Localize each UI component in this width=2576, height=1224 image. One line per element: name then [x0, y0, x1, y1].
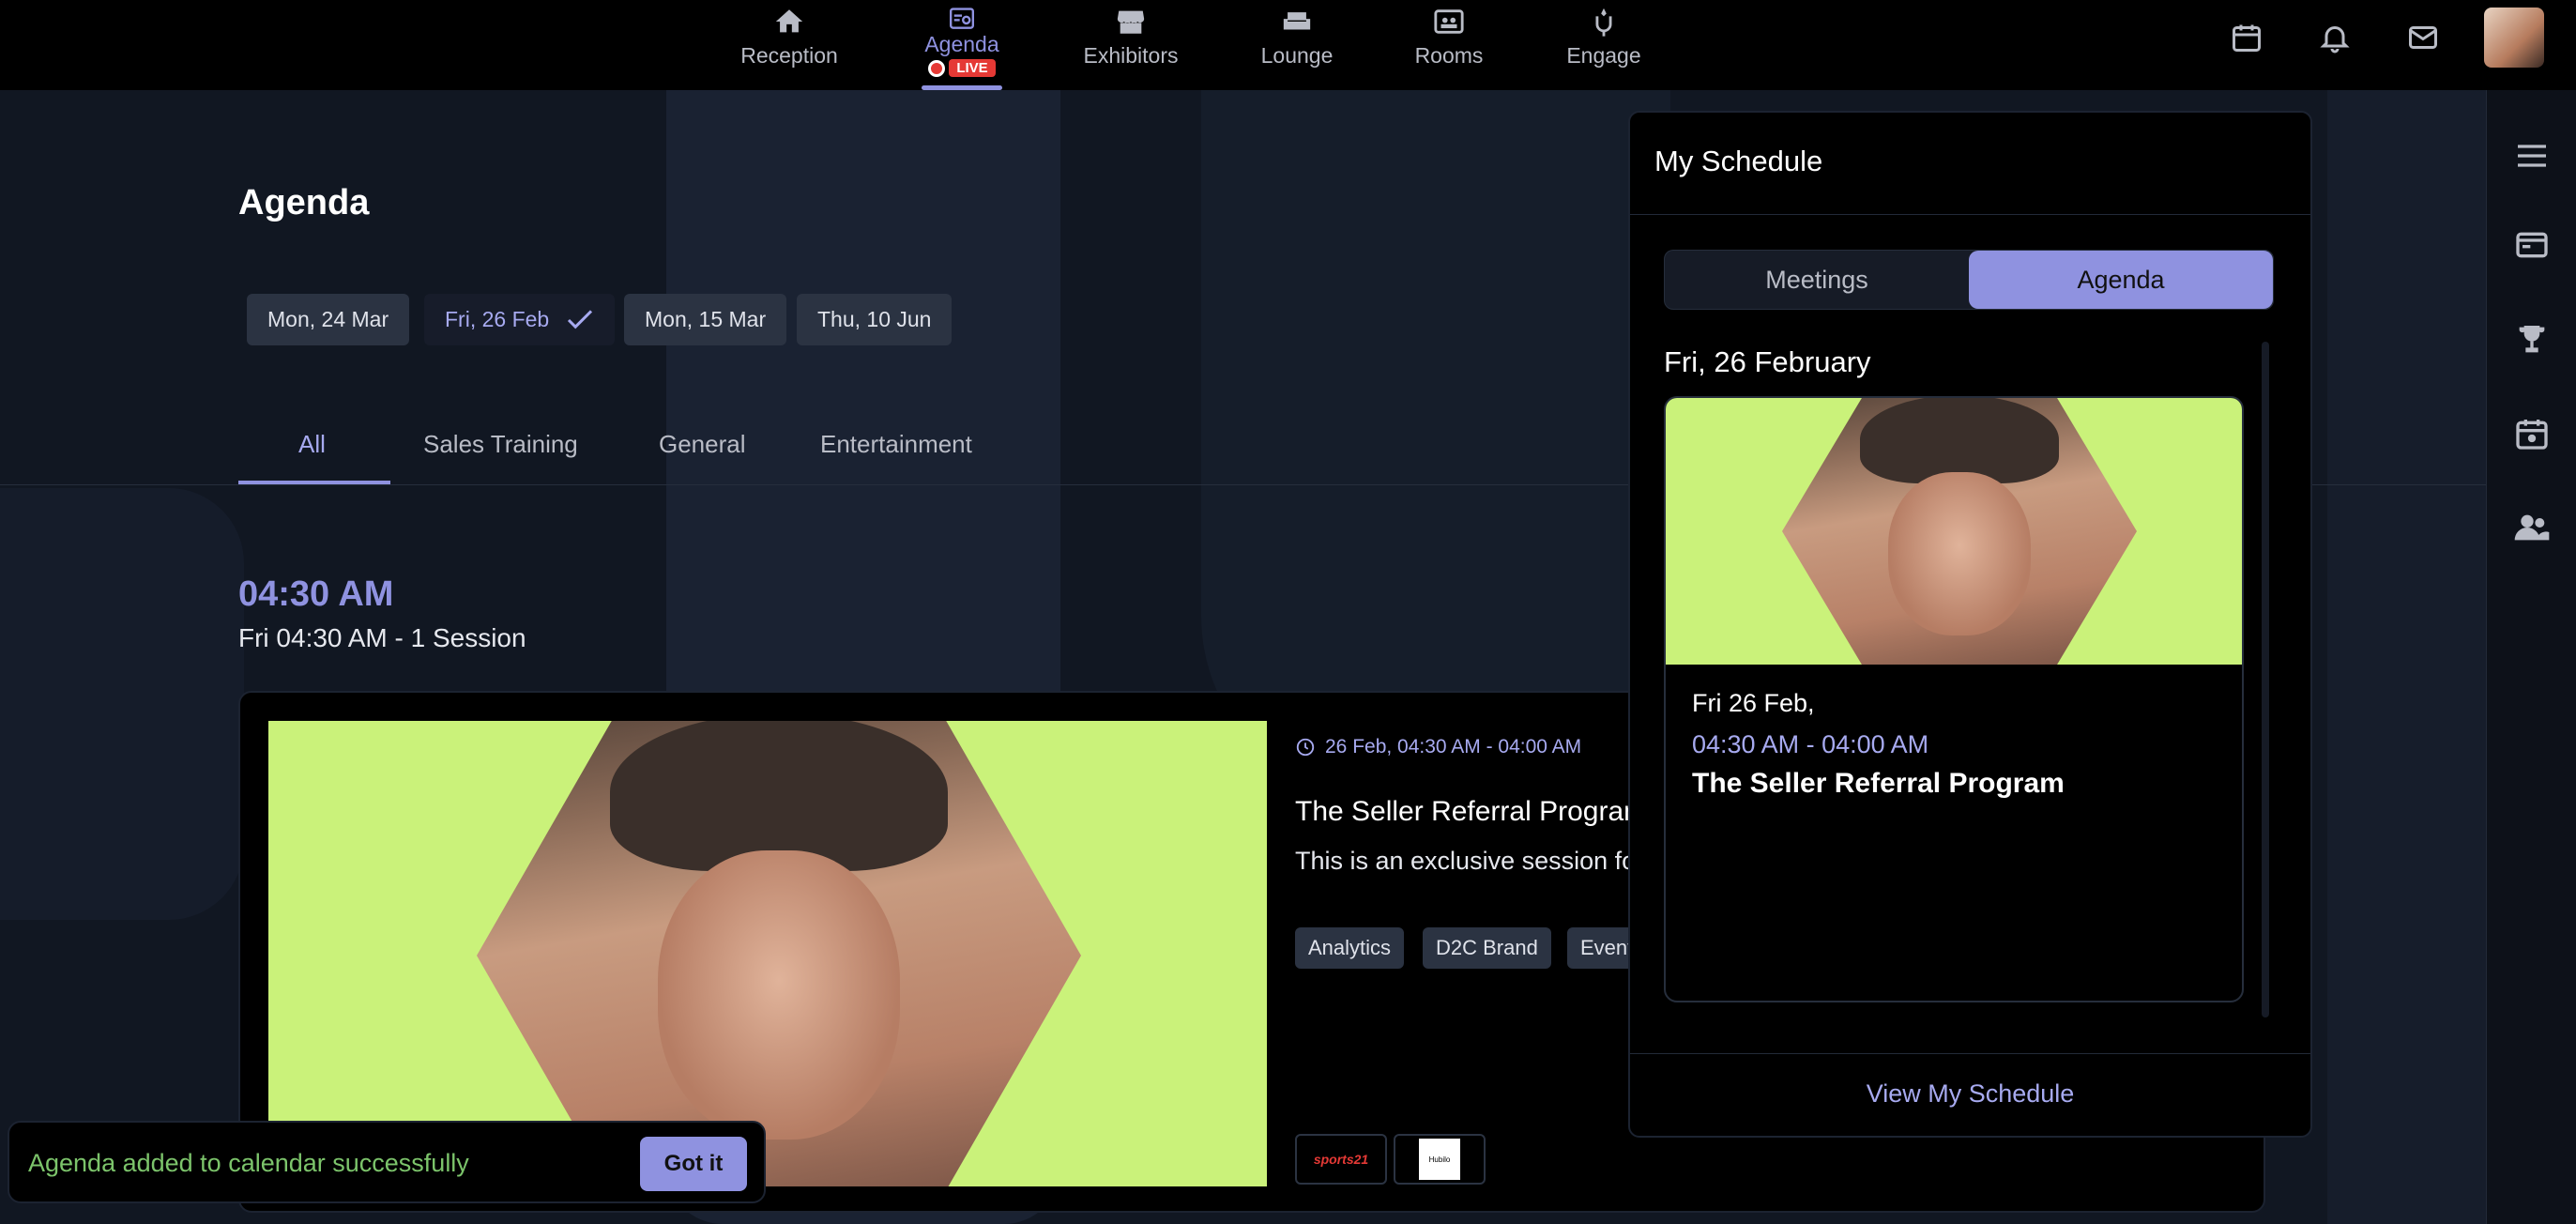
home-icon: [775, 9, 803, 33]
clock-icon: [1296, 738, 1315, 757]
nav-item-reception[interactable]: Reception: [738, 0, 841, 90]
card-icon[interactable]: [2513, 226, 2551, 264]
calendar-icon[interactable]: [2230, 21, 2264, 54]
trophy-icon[interactable]: [2513, 321, 2551, 359]
tab-general[interactable]: General: [659, 430, 746, 459]
top-navigation-bar: Reception Agenda LIVE Exhibitors Lounge …: [0, 0, 2576, 90]
time-slot-subtitle: Fri 04:30 AM - 1 Session: [238, 623, 526, 652]
session-tag: D2C Brand: [1423, 927, 1551, 969]
nav-label: Reception: [740, 43, 838, 68]
right-side-rail: [2486, 90, 2576, 1224]
schedule-card-title: The Seller Referral Program: [1692, 768, 2065, 799]
schedule-session-image: [1666, 398, 2242, 665]
session-speaker-image: [268, 721, 1267, 1186]
schedule-calendar-icon[interactable]: [2513, 415, 2551, 452]
notification-bell-icon[interactable]: [2318, 21, 2352, 54]
date-chip[interactable]: Mon, 15 Mar: [624, 294, 787, 345]
time-slot-heading: 04:30 AM: [238, 574, 394, 614]
tab-sales-training[interactable]: Sales Training: [423, 430, 578, 459]
active-nav-indicator: [922, 85, 1002, 90]
schedule-card-date: Fri 26 Feb,: [1692, 689, 1815, 717]
session-tag: Analytics: [1295, 927, 1405, 969]
store-icon: [1117, 10, 1145, 34]
rooms-icon: [1434, 9, 1464, 34]
nav-label: Rooms: [1414, 43, 1484, 68]
panel-divider: [1630, 1053, 2310, 1054]
live-label: LIVE: [949, 59, 996, 77]
lounge-icon: [1283, 12, 1311, 30]
sponsor-logo-text: Hubilo: [1419, 1139, 1460, 1180]
date-chip[interactable]: Mon, 24 Mar: [247, 294, 410, 345]
session-datetime-text: 26 Feb, 04:30 AM - 04:00 AM: [1325, 736, 1582, 757]
nav-label: Lounge: [1260, 43, 1334, 68]
menu-icon[interactable]: [2513, 137, 2551, 175]
mail-icon[interactable]: [2406, 21, 2440, 54]
view-my-schedule-link[interactable]: View My Schedule: [1630, 1079, 2310, 1109]
tab-entertainment[interactable]: Entertainment: [820, 430, 972, 459]
segment-agenda[interactable]: Agenda: [1969, 251, 2273, 309]
panel-title: My Schedule: [1654, 145, 1823, 177]
live-badge: LIVE: [928, 59, 996, 77]
nav-label: Agenda: [924, 32, 999, 56]
my-schedule-panel: My Schedule Meetings Agenda Fri, 26 Febr…: [1628, 111, 2312, 1138]
schedule-date-heading: Fri, 26 February: [1664, 345, 1871, 378]
user-avatar[interactable]: [2484, 8, 2544, 68]
segment-meetings[interactable]: Meetings: [1665, 251, 1969, 309]
schedule-segmented-control: Meetings Agenda: [1664, 250, 2274, 310]
tab-all[interactable]: All: [298, 430, 326, 459]
sponsor-logo-text: sports21: [1313, 1152, 1369, 1167]
agenda-icon: [950, 8, 974, 29]
panel-divider: [1630, 214, 2310, 215]
nav-label: Exhibitors: [1083, 43, 1179, 68]
nav-item-agenda[interactable]: Agenda LIVE: [922, 0, 1002, 90]
toast-message: Agenda added to calendar successfully: [28, 1149, 469, 1177]
page-title: Agenda: [238, 183, 370, 222]
background-shape: [2327, 90, 2486, 1224]
date-chip[interactable]: Thu, 10 Jun: [797, 294, 953, 345]
got-it-button[interactable]: Got it: [640, 1137, 747, 1191]
background-shape: [0, 488, 244, 920]
sponsor-logo-sports21[interactable]: sports21: [1295, 1134, 1387, 1185]
schedule-card-time: 04:30 AM - 04:00 AM: [1692, 730, 1929, 758]
nav-label: Engage: [1566, 43, 1641, 68]
sponsor-logo-hubilo[interactable]: Hubilo: [1394, 1134, 1486, 1185]
nav-item-engage[interactable]: Engage: [1563, 0, 1644, 90]
nav-item-exhibitors[interactable]: Exhibitors: [1081, 0, 1181, 90]
engage-icon: [1595, 8, 1612, 37]
nav-item-lounge[interactable]: Lounge: [1258, 0, 1336, 90]
session-title[interactable]: The Seller Referral Program: [1295, 796, 1647, 828]
session-datetime: 26 Feb, 04:30 AM - 04:00 AM: [1295, 736, 1581, 758]
nav-item-rooms[interactable]: Rooms: [1413, 0, 1485, 90]
checkmark-icon: [568, 309, 593, 329]
date-chip-selected[interactable]: Fri, 26 Feb: [424, 294, 616, 345]
date-chip-label: Thu, 10 Jun: [817, 307, 932, 331]
panel-scrollbar[interactable]: [2262, 342, 2269, 1017]
people-icon[interactable]: [2513, 509, 2551, 546]
success-toast: Agenda added to calendar successfully Go…: [8, 1121, 766, 1203]
schedule-session-card[interactable]: Fri 26 Feb, 04:30 AM - 04:00 AM The Sell…: [1664, 396, 2244, 1002]
live-dot-icon: [928, 59, 946, 77]
date-chip-label: Mon, 24 Mar: [267, 307, 389, 331]
date-chip-label: Mon, 15 Mar: [645, 307, 767, 331]
date-chip-label: Fri, 26 Feb: [445, 307, 550, 331]
